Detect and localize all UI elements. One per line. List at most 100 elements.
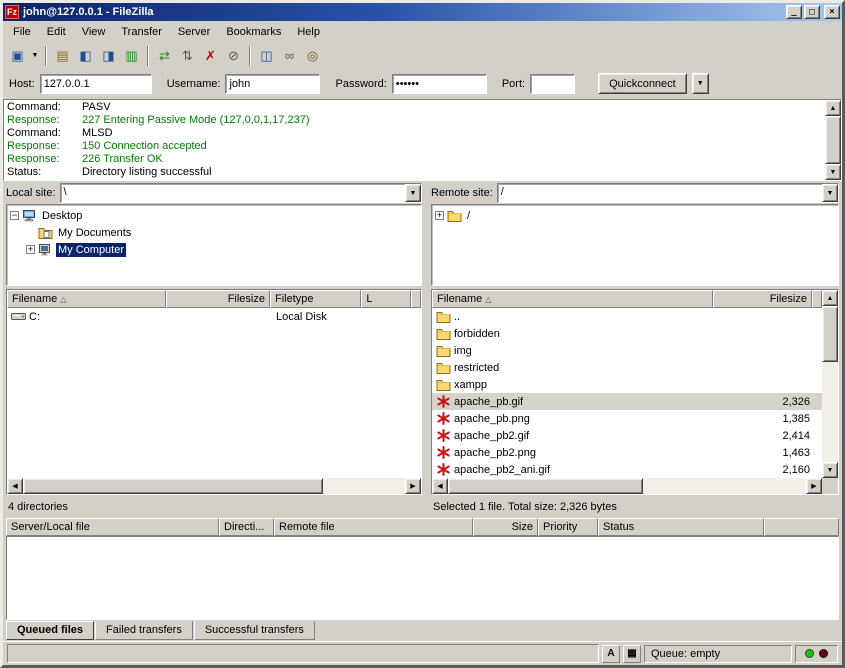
local-tree-item-desktop[interactable]: −Desktop [7, 207, 421, 224]
local-hscroll-thumb[interactable] [23, 478, 323, 494]
local-hscroll-track[interactable] [23, 478, 405, 494]
column-header-filetype[interactable]: Filetype [270, 290, 361, 308]
log-scroll-thumb[interactable] [825, 116, 841, 164]
username-input[interactable] [225, 74, 320, 94]
scroll-up-icon[interactable]: ▲ [825, 100, 841, 116]
site-manager-button[interactable]: ▣ [6, 45, 29, 67]
column-header-filesize[interactable]: Filesize [166, 290, 270, 308]
tab-successful-transfers[interactable]: Successful transfers [194, 621, 315, 640]
menu-edit[interactable]: Edit [39, 23, 74, 41]
remote-hscroll-track[interactable] [448, 478, 806, 494]
remote-file-row[interactable]: apache_pb2.png1,463 [432, 444, 822, 461]
message-log-lines: Command:PASVResponse:227 Entering Passiv… [4, 100, 825, 180]
remote-vscroll-track[interactable] [822, 306, 838, 462]
remote-file-row[interactable]: apache_pb.gif2,326 [432, 393, 822, 410]
log-scrollbar[interactable]: ▲ ▼ [825, 100, 841, 180]
local-hscrollbar[interactable]: ◀ ▶ [7, 478, 421, 494]
local-directory-tree[interactable]: −DesktopMy Documents+My Computer [6, 204, 422, 286]
disconnect-button[interactable]: ⊘ [222, 45, 245, 67]
local-site-dropdown[interactable]: ▼ [405, 184, 421, 202]
remote-site-dropdown[interactable]: ▼ [822, 184, 838, 202]
minimize-button[interactable]: _ [786, 5, 802, 19]
remote-file-row[interactable]: restricted [432, 359, 822, 376]
local-tree-item-my-computer[interactable]: +My Computer [7, 241, 421, 258]
synchronized-browsing-icon: ∞ [285, 49, 294, 62]
local-tree-item-my-documents[interactable]: My Documents [7, 224, 421, 241]
expander-plus-icon[interactable]: + [26, 245, 35, 254]
local-site-combo[interactable]: \ ▼ [60, 183, 422, 203]
remote-file-row[interactable]: xampp [432, 376, 822, 393]
local-file-list[interactable]: C:Local Disk [7, 308, 421, 478]
remote-vscrollbar[interactable]: ▲ ▼ [822, 290, 838, 494]
menu-bookmarks[interactable]: Bookmarks [218, 23, 289, 41]
column-header-filename[interactable]: Filename△ [432, 290, 713, 308]
tab-queued-files[interactable]: Queued files [6, 621, 94, 640]
column-header-directi[interactable]: Directi... [219, 518, 274, 536]
scroll-down-icon[interactable]: ▼ [825, 164, 841, 180]
menu-view[interactable]: View [74, 23, 114, 41]
remote-file-row[interactable]: forbidden [432, 325, 822, 342]
column-header-size[interactable]: Size [473, 518, 538, 536]
column-header-filename[interactable]: Filename△ [7, 290, 166, 308]
column-header-l[interactable]: L [361, 290, 411, 308]
find-files-button[interactable]: ◎ [301, 45, 324, 67]
remote-directory-tree[interactable]: +/ [431, 204, 839, 286]
directory-compare-button[interactable]: ◫ [255, 45, 278, 67]
scroll-up-icon[interactable]: ▲ [822, 290, 838, 306]
remote-tree-item-item[interactable]: +/ [432, 207, 838, 224]
port-input[interactable] [530, 74, 575, 94]
menu-help[interactable]: Help [289, 23, 328, 41]
log-scroll-track[interactable] [825, 116, 841, 164]
scroll-right-icon[interactable]: ▶ [806, 478, 822, 494]
remote-hscrollbar[interactable]: ◀ ▶ [432, 478, 822, 494]
scroll-down-icon[interactable]: ▼ [822, 462, 838, 478]
toggle-local-tree-button[interactable]: ◧ [74, 45, 97, 67]
password-input[interactable] [392, 74, 487, 94]
titlebar[interactable]: Fz john@127.0.0.1 - FileZilla _ □ × [3, 3, 842, 21]
scroll-left-icon[interactable]: ◀ [432, 478, 448, 494]
remote-site-value[interactable]: / [498, 184, 822, 202]
transfer-queue[interactable] [6, 536, 839, 620]
local-site-value[interactable]: \ [61, 184, 405, 202]
remote-site-combo[interactable]: / ▼ [497, 183, 839, 203]
keyboard-icon[interactable]: ▦ [623, 645, 641, 663]
process-queue-button[interactable]: ⇅ [176, 45, 199, 67]
local-file-row[interactable]: C:Local Disk [7, 308, 421, 325]
refresh-button[interactable]: ⇄ [153, 45, 176, 67]
remote-file-row[interactable]: .. [432, 308, 822, 325]
remote-file-list[interactable]: ..forbiddenimgrestrictedxamppapache_pb.g… [432, 308, 822, 478]
expander-minus-icon[interactable]: − [10, 211, 19, 220]
column-header-priority[interactable]: Priority [538, 518, 598, 536]
remote-file-row[interactable]: apache_pb.png1,385 [432, 410, 822, 427]
close-button[interactable]: × [824, 5, 840, 19]
toggle-message-log-button[interactable]: ▤ [51, 45, 74, 67]
remote-file-row[interactable]: apache_pb2_ani.gif2,160 [432, 461, 822, 478]
maximize-button[interactable]: □ [804, 5, 820, 19]
menu-file[interactable]: File [5, 23, 39, 41]
menu-server[interactable]: Server [170, 23, 218, 41]
broken-image-icon [436, 446, 451, 459]
site-manager-dropdown-button[interactable]: ▼ [29, 45, 41, 67]
tab-failed-transfers[interactable]: Failed transfers [95, 621, 193, 640]
scroll-right-icon[interactable]: ▶ [405, 478, 421, 494]
expander-plus-icon[interactable]: + [435, 211, 444, 220]
synchronized-browsing-button[interactable]: ∞ [278, 45, 301, 67]
remote-hscroll-thumb[interactable] [448, 478, 643, 494]
host-input[interactable] [40, 74, 152, 94]
column-header-remote-file[interactable]: Remote file [274, 518, 473, 536]
column-header-status[interactable]: Status [598, 518, 764, 536]
remote-file-row[interactable]: apache_pb2.gif2,414 [432, 427, 822, 444]
quickconnect-dropdown[interactable]: ▼ [692, 73, 709, 94]
cancel-button[interactable]: ✗ [199, 45, 222, 67]
remote-file-row[interactable]: img [432, 342, 822, 359]
scroll-left-icon[interactable]: ◀ [7, 478, 23, 494]
quickconnect-button[interactable]: Quickconnect [598, 73, 687, 94]
menu-transfer[interactable]: Transfer [113, 23, 170, 41]
remote-vscroll-thumb[interactable] [822, 306, 838, 362]
transfer-type-icon[interactable]: A [602, 645, 620, 663]
toggle-remote-tree-button[interactable]: ◨ [97, 45, 120, 67]
column-header-filesize[interactable]: Filesize [713, 290, 812, 308]
toggle-queue-button[interactable]: ▥ [120, 45, 143, 67]
column-header-server-local-file[interactable]: Server/Local file [6, 518, 219, 536]
file-size: 2,160 [715, 464, 814, 476]
